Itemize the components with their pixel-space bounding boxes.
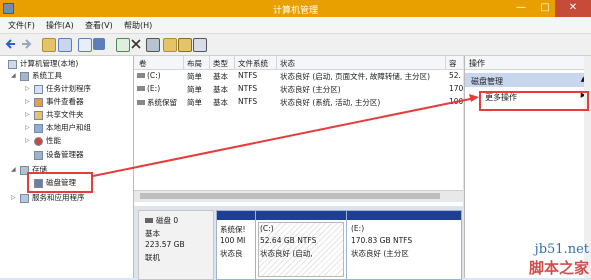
watermark: jb51.net 脚本之家 <box>529 242 589 278</box>
watermark-brand: 脚本之家 <box>528 259 589 277</box>
watermark-domain: jb51.net <box>534 242 589 257</box>
annotation-arrow <box>92 94 479 177</box>
